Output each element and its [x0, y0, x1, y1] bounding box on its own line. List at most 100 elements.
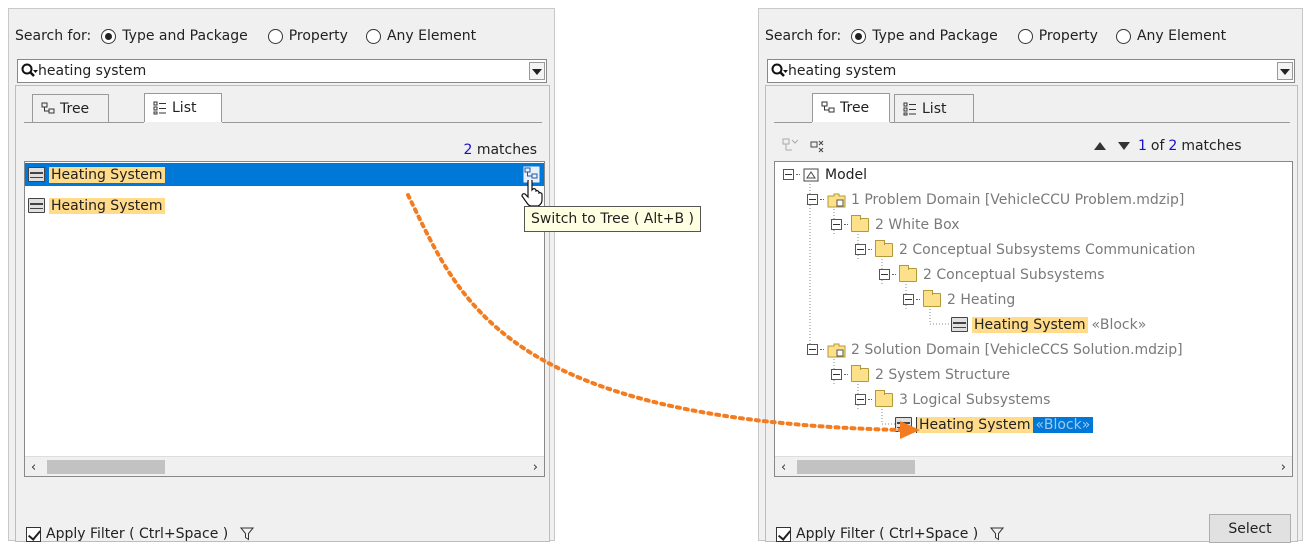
tree-connector	[844, 224, 848, 225]
block-icon	[895, 417, 912, 432]
model-icon	[803, 168, 819, 181]
collapse-icon[interactable]	[807, 344, 818, 355]
tree-connector	[916, 299, 920, 300]
radio-selected-icon[interactable]	[101, 28, 117, 44]
radio-type-and-package[interactable]: Type and Package	[101, 28, 248, 44]
tooltip: Switch to Tree ( Alt+B )	[524, 206, 701, 232]
collapse-all-icon[interactable]	[810, 138, 826, 154]
tree-node-heating-system-1[interactable]: Heating System «Block»	[951, 313, 1146, 336]
tree-node-heating-system-2-selected[interactable]: Heating System «Block»	[895, 413, 1094, 436]
shared-package-icon	[827, 193, 846, 207]
horizontal-scrollbar[interactable]: ‹ ›	[25, 456, 544, 476]
tree-connector	[820, 349, 824, 350]
search-for-row: Search for: Type and Package Property An…	[15, 25, 476, 47]
tree-node-heating[interactable]: 2 Heating	[903, 288, 1015, 311]
tree-connector	[868, 249, 872, 250]
tree-node-system-structure[interactable]: 2 System Structure	[831, 363, 1010, 386]
match-count: 2 matches	[463, 142, 537, 158]
select-button[interactable]: Select	[1209, 514, 1291, 543]
tree-connector	[820, 199, 824, 200]
match-navigation: 1 of 2 matches	[1094, 138, 1242, 154]
folder-icon	[851, 364, 869, 382]
list-item[interactable]: Heating System	[25, 194, 165, 217]
tree-node-logical-subsystems[interactable]: 3 Logical Subsystems	[855, 388, 1050, 411]
folder-icon	[899, 264, 917, 282]
radio-any-element[interactable]: Any Element	[365, 28, 476, 44]
radio-icon[interactable]	[267, 28, 283, 44]
results-area: Tree List 1 of 2 matches Model 1 Problem…	[765, 85, 1298, 543]
collapse-icon[interactable]	[831, 369, 842, 380]
radio-type-and-package[interactable]: Type and Package	[851, 28, 998, 44]
tree-node-model[interactable]: Model	[783, 163, 867, 186]
collapse-icon[interactable]	[807, 194, 818, 205]
previous-match-icon[interactable]	[1094, 142, 1106, 150]
filter-icon[interactable]	[990, 527, 1005, 541]
list-item-selected[interactable]: Heating System	[25, 163, 544, 186]
radio-icon[interactable]	[365, 28, 381, 44]
search-for-label: Search for:	[765, 28, 842, 44]
horizontal-scrollbar[interactable]: ‹ ›	[775, 456, 1292, 476]
results-area: Tree List 2 matches Heating System Heati…	[15, 85, 550, 542]
tab-list[interactable]: List	[144, 93, 222, 122]
scrollbar-thumb[interactable]	[47, 460, 165, 474]
filter-icon[interactable]	[240, 527, 255, 541]
tree-connector	[892, 274, 896, 275]
scroll-left-icon[interactable]: ‹	[781, 460, 786, 475]
checkbox-checked-icon[interactable]	[776, 526, 791, 542]
results-list[interactable]: Heating System Heating System ‹ ›	[24, 161, 545, 477]
apply-filter-checkbox[interactable]: Apply Filter ( Ctrl+Space )	[776, 526, 1005, 542]
folder-icon	[923, 289, 941, 307]
collapse-icon[interactable]	[783, 169, 794, 180]
radio-selected-icon[interactable]	[851, 28, 867, 44]
block-icon	[951, 317, 968, 332]
folder-icon	[875, 239, 893, 257]
list-icon	[153, 101, 166, 115]
apply-filter-checkbox[interactable]: Apply Filter ( Ctrl+Space )	[26, 526, 255, 542]
search-for-row: Search for: Type and Package Property An…	[765, 25, 1226, 47]
tree-connector	[796, 174, 800, 175]
checkbox-checked-icon[interactable]	[26, 526, 41, 542]
search-input[interactable]: heating system	[17, 59, 547, 83]
search-input[interactable]: heating system	[767, 59, 1295, 83]
folder-icon	[875, 389, 893, 407]
collapse-icon[interactable]	[855, 394, 866, 405]
collapse-icon[interactable]	[903, 294, 914, 305]
search-panel-list-view: Search for: Type and Package Property An…	[8, 8, 555, 542]
dropdown-button[interactable]	[529, 62, 545, 80]
expand-all-icon[interactable]	[782, 138, 798, 154]
tree-node-conceptual-subsystems-communication[interactable]: 2 Conceptual Subsystems Communication	[855, 238, 1195, 261]
scroll-right-icon[interactable]: ›	[1281, 460, 1286, 475]
collapse-icon[interactable]	[855, 244, 866, 255]
block-icon	[28, 198, 45, 213]
scroll-left-icon[interactable]: ‹	[31, 460, 36, 475]
tab-divider	[890, 122, 1290, 123]
radio-any-element[interactable]: Any Element	[1115, 28, 1226, 44]
tab-divider	[24, 122, 144, 123]
tree-icon	[41, 102, 55, 113]
tree-node-problem-domain[interactable]: 1 Problem Domain [VehicleCCU Problem.mdz…	[807, 188, 1184, 211]
search-input-value[interactable]: heating system	[788, 63, 896, 79]
tab-list[interactable]: List	[894, 94, 974, 122]
results-tree[interactable]: Model 1 Problem Domain [VehicleCCU Probl…	[774, 161, 1293, 477]
radio-property[interactable]: Property	[1017, 28, 1098, 44]
radio-property[interactable]: Property	[267, 28, 348, 44]
scroll-right-icon[interactable]: ›	[533, 460, 538, 475]
search-icon	[21, 63, 38, 77]
tree-node-solution-domain[interactable]: 2 Solution Domain [VehicleCCS Solution.m…	[807, 338, 1183, 361]
tab-tree[interactable]: Tree	[812, 93, 890, 122]
search-panel-tree-view: Search for: Type and Package Property An…	[758, 8, 1303, 543]
tree-connector	[844, 374, 848, 375]
radio-icon[interactable]	[1017, 28, 1033, 44]
tree-node-white-box[interactable]: 2 White Box	[831, 213, 960, 236]
next-match-icon[interactable]	[1118, 142, 1130, 150]
search-input-value[interactable]: heating system	[38, 63, 146, 79]
tree-node-conceptual-subsystems[interactable]: 2 Conceptual Subsystems	[879, 263, 1105, 286]
collapse-icon[interactable]	[879, 269, 890, 280]
block-icon	[28, 167, 45, 182]
collapse-icon[interactable]	[831, 219, 842, 230]
tab-tree[interactable]: Tree	[32, 94, 109, 122]
folder-icon	[851, 214, 869, 232]
dropdown-button[interactable]	[1277, 62, 1293, 80]
scrollbar-thumb[interactable]	[797, 460, 915, 474]
radio-icon[interactable]	[1115, 28, 1131, 44]
